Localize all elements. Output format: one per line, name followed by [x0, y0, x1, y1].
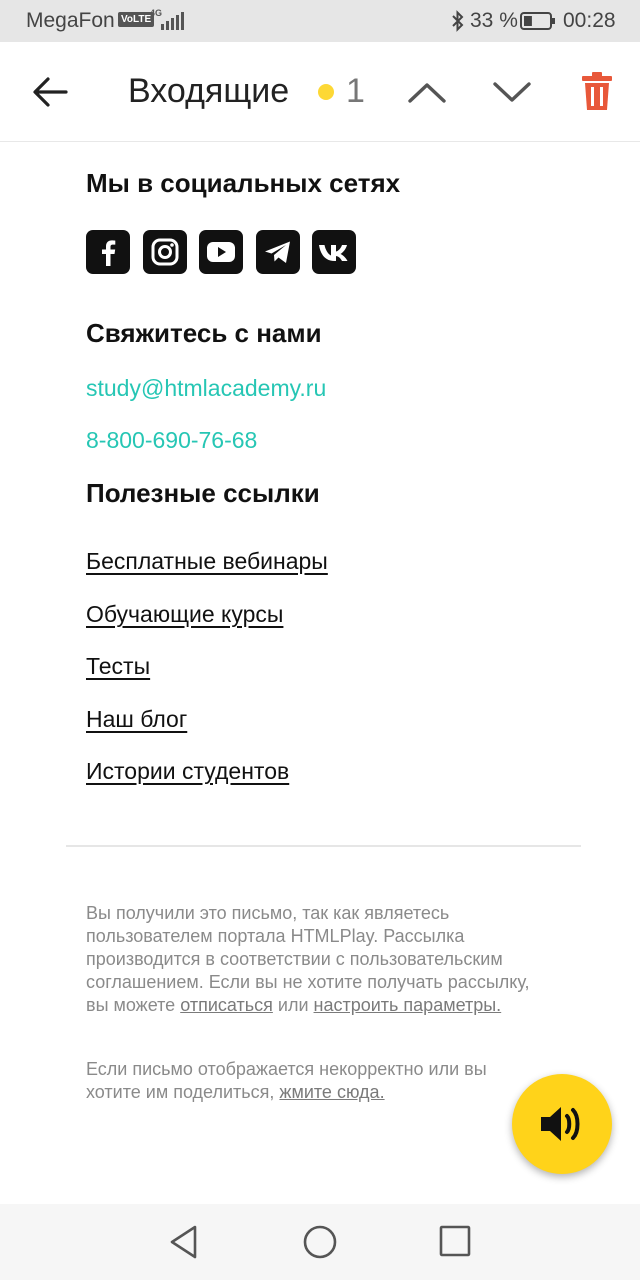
telegram-icon[interactable]: [256, 230, 300, 274]
unread-count: 1: [346, 72, 365, 110]
signal-icon: [161, 12, 184, 30]
status-bar: MegaFon VoLTE 4G 33 % 00:28: [0, 0, 640, 42]
divider: [66, 845, 581, 847]
battery-icon: [520, 12, 555, 30]
volte-badge: VoLTE: [118, 12, 155, 27]
nav-home-icon[interactable]: [302, 1224, 338, 1260]
read-aloud-button[interactable]: [512, 1074, 612, 1174]
footer-notice: Вы получили это письмо, так как являетес…: [86, 902, 531, 1017]
chevron-up-icon[interactable]: [405, 76, 449, 108]
back-arrow-icon[interactable]: [30, 74, 70, 110]
folder-title: Входящие: [128, 72, 290, 110]
links-section-title: Полезные ссылки: [86, 478, 320, 508]
mail-header: Входящие 1: [0, 42, 640, 142]
nav-recent-icon[interactable]: [438, 1224, 472, 1258]
link-tests[interactable]: Тесты: [86, 653, 150, 680]
clock: 00:28: [563, 9, 616, 32]
link-blog[interactable]: Наш блог: [86, 706, 187, 733]
trash-icon[interactable]: [580, 70, 614, 112]
facebook-icon[interactable]: [86, 230, 130, 274]
chevron-down-icon[interactable]: [490, 76, 534, 108]
settings-link[interactable]: настроить параметры.: [314, 995, 502, 1015]
contact-phone-link[interactable]: 8-800-690-76-68: [86, 427, 257, 454]
nav-back-icon[interactable]: [168, 1224, 200, 1260]
contact-section-title: Свяжитесь с нами: [86, 318, 322, 348]
system-nav-bar: [0, 1204, 640, 1280]
contact-email-link[interactable]: study@htmlacademy.ru: [86, 375, 326, 402]
instagram-icon[interactable]: [143, 230, 187, 274]
link-student-stories[interactable]: Истории студентов: [86, 758, 289, 785]
bluetooth-icon: [452, 10, 464, 32]
youtube-icon[interactable]: [199, 230, 243, 274]
speaker-icon: [541, 1107, 580, 1141]
footer-share-notice: Если письмо отображается некорректно или…: [86, 1058, 531, 1104]
carrier-name: MegaFon: [26, 9, 115, 32]
link-webinars[interactable]: Бесплатные вебинары: [86, 548, 328, 575]
social-section-title: Мы в социальных сетях: [86, 168, 401, 198]
unsubscribe-link[interactable]: отписаться: [180, 995, 273, 1015]
link-courses[interactable]: Обучающие курсы: [86, 601, 283, 628]
unread-dot: [318, 84, 334, 100]
battery-percent: 33 %: [470, 9, 518, 32]
click-here-link[interactable]: жмите сюда.: [279, 1082, 384, 1102]
vk-icon[interactable]: [312, 230, 356, 274]
footer-or-text: или: [277, 995, 309, 1015]
